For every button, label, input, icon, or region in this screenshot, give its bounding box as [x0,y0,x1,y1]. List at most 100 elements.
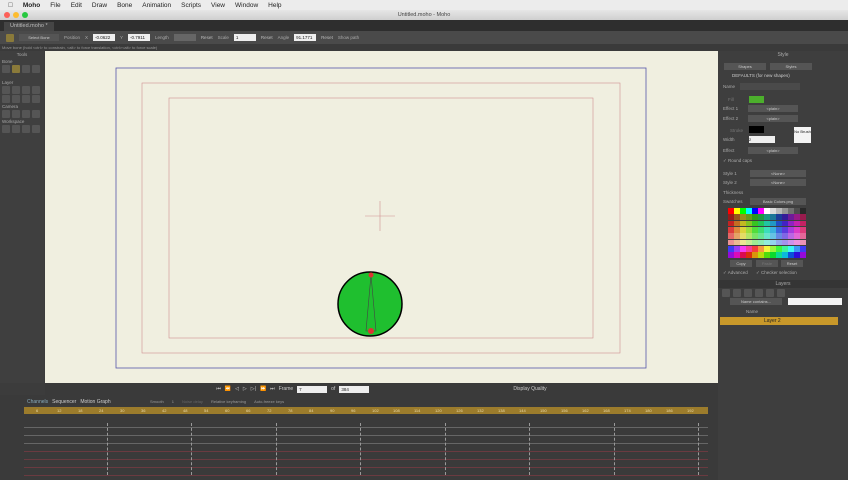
relative-keyframing-checkbox[interactable]: Relative keyframing [211,399,246,404]
color-swatch[interactable] [758,220,764,227]
shapes-dropdown[interactable]: Shapes [724,63,766,70]
color-swatch[interactable] [788,252,794,258]
prev-key-button[interactable]: ⏪ [225,386,231,392]
name-field[interactable] [740,83,800,90]
color-swatch[interactable] [788,220,794,227]
color-swatch[interactable] [746,252,752,258]
show-path-checkbox[interactable]: Show path [338,35,359,40]
color-swatch[interactable] [794,214,800,221]
menu-app[interactable]: Moho [23,2,40,9]
color-swatch[interactable] [800,226,806,233]
color-swatch[interactable] [770,233,776,240]
color-swatch[interactable] [752,220,758,227]
color-swatch[interactable] [728,214,734,221]
layer-filter-dropdown[interactable]: Name contains... [730,298,782,305]
color-swatch[interactable] [794,233,800,240]
reparent-bone-tool[interactable] [32,65,40,73]
angle-field[interactable]: 91.1771 [294,34,317,41]
display-quality-dropdown[interactable]: Display Quality [513,386,546,392]
color-swatch[interactable] [734,214,740,221]
camera-tool-4[interactable] [32,110,40,118]
noise-dropdown[interactable]: Noise delay [182,399,203,404]
zoom-tool[interactable] [12,125,20,133]
color-swatch[interactable] [776,245,782,252]
color-swatch[interactable] [764,252,770,258]
color-swatch[interactable] [794,239,800,246]
color-swatch[interactable] [794,252,800,258]
apple-menu[interactable]:  [8,2,13,9]
color-swatch[interactable] [794,245,800,252]
swatches-dropdown[interactable]: Basic Colors.png [750,198,806,205]
y-field[interactable]: -0.7911 [128,34,151,41]
rotate-layer-tool[interactable] [22,86,30,94]
color-swatch[interactable] [728,245,734,252]
menu-bone[interactable]: Bone [117,2,132,9]
color-swatch[interactable] [746,245,752,252]
color-swatch[interactable] [788,239,794,246]
play-button[interactable]: ▷ [243,386,247,392]
color-swatch[interactable] [776,208,782,214]
step-back-button[interactable]: ◁ [235,386,239,392]
reset-angle-button[interactable]: Reset [321,35,333,40]
x-field[interactable]: -0.0622 [93,34,116,41]
color-swatch[interactable] [782,226,788,233]
color-swatch[interactable] [740,245,746,252]
color-swatch[interactable] [782,233,788,240]
color-swatch[interactable] [734,252,740,258]
color-swatch[interactable] [770,214,776,221]
color-swatch[interactable] [746,233,752,240]
color-swatch[interactable] [752,252,758,258]
select-bone-tool[interactable] [2,65,10,73]
menu-animation[interactable]: Animation [142,2,171,9]
color-swatch[interactable] [758,252,764,258]
color-swatch[interactable] [776,252,782,258]
color-swatch[interactable] [776,226,782,233]
tab-motion-graph[interactable]: Motion Graph [80,399,110,405]
color-swatch[interactable] [782,239,788,246]
tab-sequencer[interactable]: Sequencer [52,399,76,405]
color-swatch[interactable] [734,239,740,246]
color-swatch[interactable] [770,239,776,246]
color-swatch[interactable] [728,208,734,214]
tab-channels[interactable]: Channels [27,399,48,405]
no-brush-button[interactable]: No Brush [794,127,811,143]
layer-filter-input[interactable] [788,298,842,305]
layer-settings-icon[interactable] [733,289,741,297]
color-swatch[interactable] [770,208,776,214]
total-frames-field[interactable]: 384 [339,385,370,393]
camera-tool-3[interactable] [22,110,30,118]
camera-tool-2[interactable] [12,110,20,118]
layer-tool-5[interactable] [2,95,10,103]
color-swatch[interactable] [740,220,746,227]
orbit-tool[interactable] [32,125,40,133]
color-swatch[interactable] [794,226,800,233]
color-swatch[interactable] [776,239,782,246]
menu-edit[interactable]: Edit [71,2,82,9]
color-swatch[interactable] [752,208,758,214]
color-swatch[interactable] [752,233,758,240]
layer-tool-4[interactable] [32,86,40,94]
color-swatch[interactable] [782,214,788,221]
color-swatch[interactable] [758,233,764,240]
color-swatch[interactable] [788,233,794,240]
color-swatch[interactable] [758,226,764,233]
color-swatch[interactable] [794,208,800,214]
scale-field[interactable]: 1 [233,34,256,41]
color-swatch[interactable] [776,214,782,221]
swatch-grid[interactable] [728,208,806,258]
color-swatch[interactable] [782,220,788,227]
paste-button[interactable]: Paste [756,260,778,267]
tool-select[interactable]: Select Bone [19,34,59,41]
bone-handle-top[interactable] [368,272,374,278]
menu-file[interactable]: File [50,2,60,9]
interp-count-dropdown[interactable]: 1 [172,399,174,404]
effect2-dropdown[interactable]: <plain> [748,115,798,122]
menu-window[interactable]: Window [235,2,258,9]
color-swatch[interactable] [800,208,806,214]
frame-ruler[interactable]: 6 12 18 24 30 36 42 48 54 60 66 72 78 84 90 96 102 108 114… [24,407,708,414]
pen-tool[interactable] [32,95,40,103]
color-swatch[interactable] [752,245,758,252]
color-swatch[interactable] [800,233,806,240]
color-swatch[interactable] [746,220,752,227]
document-tab[interactable]: Untitled.moho * [4,22,54,31]
